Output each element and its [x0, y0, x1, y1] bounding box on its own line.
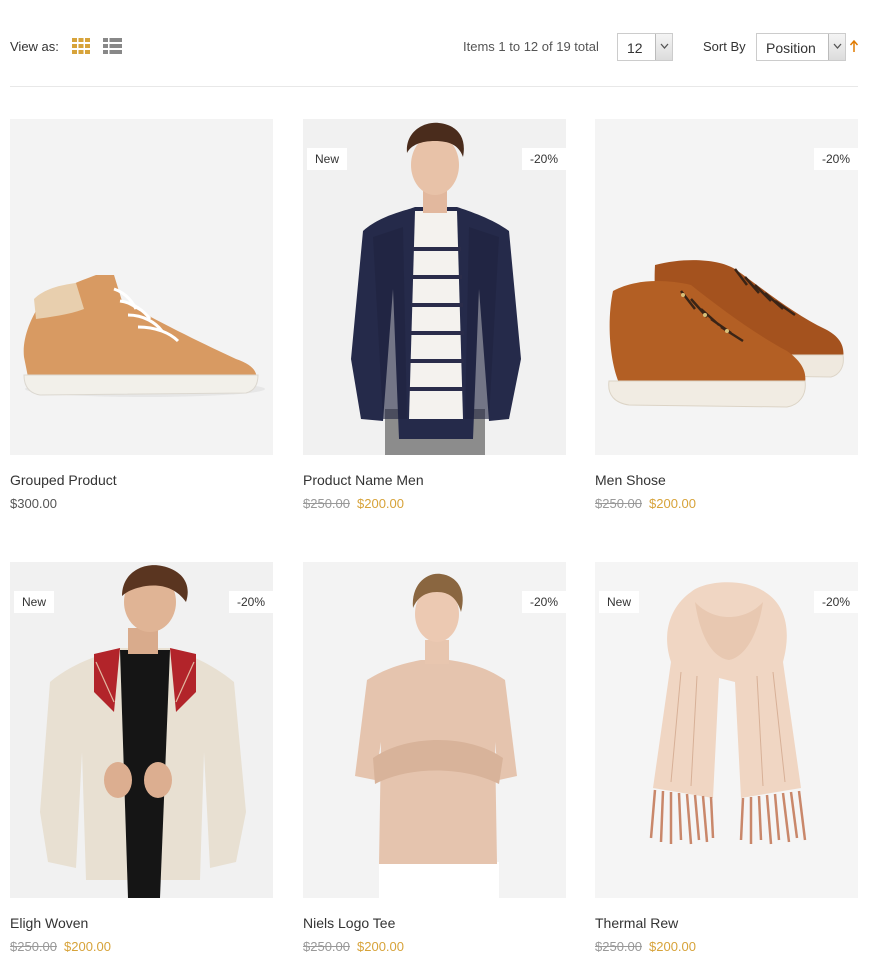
toolbar-divider: [10, 86, 858, 87]
product-price: $250.00 $200.00: [303, 939, 404, 954]
grid-view-icon[interactable]: [72, 38, 90, 54]
product-price: $250.00 $200.00: [595, 939, 696, 954]
product-name[interactable]: Grouped Product: [10, 472, 117, 488]
discount-badge: -20%: [521, 591, 566, 613]
product-price: $250.00 $200.00: [303, 496, 404, 511]
chevron-down-icon[interactable]: [655, 34, 672, 60]
old-price: $250.00: [303, 939, 350, 954]
new-badge: New: [307, 148, 348, 170]
product-image[interactable]: New -20%: [303, 119, 566, 455]
discount-badge: -20%: [228, 591, 273, 613]
sort-by-label: Sort By: [703, 39, 746, 54]
product-name[interactable]: Men Shose: [595, 472, 666, 488]
product-image[interactable]: -20%: [303, 562, 566, 898]
price: $300.00: [10, 496, 57, 511]
sort-value: Position: [766, 40, 816, 56]
product-name[interactable]: Product Name Men: [303, 472, 424, 488]
product-price: $250.00 $200.00: [595, 496, 696, 511]
old-price: $250.00: [10, 939, 57, 954]
new-badge: New: [599, 591, 640, 613]
toolbar: View as: Items 1 to 12 of 19 total 12 So…: [10, 30, 859, 64]
items-count: Items 1 to 12 of 19 total: [463, 39, 599, 54]
product-name[interactable]: Niels Logo Tee: [303, 915, 395, 931]
limiter-select[interactable]: 12: [617, 33, 673, 61]
product-image[interactable]: New -20%: [10, 562, 273, 898]
product-image[interactable]: -20%: [595, 119, 858, 455]
discount-badge: -20%: [521, 148, 566, 170]
discount-badge: -20%: [813, 591, 858, 613]
product-image[interactable]: [10, 119, 273, 455]
product-price: $250.00 $200.00: [10, 939, 111, 954]
product-price: $300.00: [10, 496, 57, 511]
limiter-value: 12: [627, 40, 643, 56]
sort-direction-arrow-icon[interactable]: [849, 39, 859, 53]
product-image[interactable]: New -20%: [595, 562, 858, 898]
special-price: $200.00: [64, 939, 111, 954]
high-top-sneaker-icon: [23, 275, 265, 397]
chevron-down-icon[interactable]: [828, 34, 845, 60]
old-price: $250.00: [303, 496, 350, 511]
discount-badge: -20%: [813, 148, 858, 170]
special-price: $200.00: [649, 496, 696, 511]
view-as-label: View as:: [10, 39, 59, 54]
special-price: $200.00: [357, 496, 404, 511]
special-price: $200.00: [357, 939, 404, 954]
product-name[interactable]: Eligh Woven: [10, 915, 88, 931]
product-name[interactable]: Thermal Rew: [595, 915, 678, 931]
list-view-icon[interactable]: [103, 38, 122, 54]
sort-select[interactable]: Position: [756, 33, 846, 61]
old-price: $250.00: [595, 939, 642, 954]
special-price: $200.00: [649, 939, 696, 954]
old-price: $250.00: [595, 496, 642, 511]
new-badge: New: [14, 591, 55, 613]
